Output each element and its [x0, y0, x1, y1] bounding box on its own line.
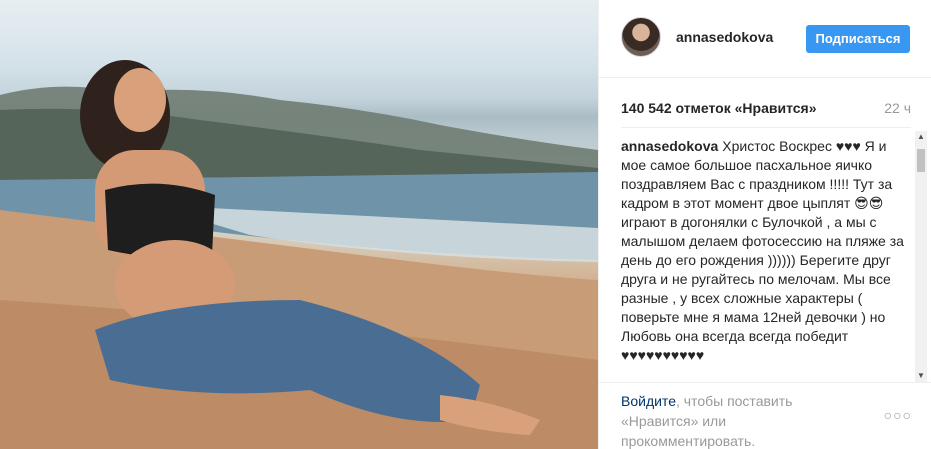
scroll-down-arrow-icon[interactable]: ▼ — [915, 370, 927, 382]
caption-scrollbar[interactable]: ▲ ▼ — [915, 131, 927, 382]
post-timestamp[interactable]: 22 ч — [884, 100, 911, 116]
scroll-thumb[interactable] — [917, 149, 925, 172]
likes-count[interactable]: 140 542 отметок «Нравится» — [621, 100, 817, 116]
caption: annasedokova Христос Воскрес ♥♥♥ Я и мое … — [621, 137, 911, 381]
divider — [621, 127, 911, 128]
login-prompt: Войдите, чтобы поставить «Нравится» или … — [621, 391, 851, 449]
more-options-icon[interactable]: ○○○ — [884, 407, 912, 423]
caption-username[interactable]: annasedokova — [621, 138, 718, 154]
post-footer: Войдите, чтобы поставить «Нравится» или … — [599, 382, 931, 449]
scroll-up-arrow-icon[interactable]: ▲ — [915, 131, 927, 143]
post-header: annasedokova Подписаться — [599, 0, 931, 78]
avatar[interactable] — [621, 17, 661, 57]
post-side-panel: annasedokova Подписаться 140 542 отметок… — [598, 0, 931, 449]
follow-button[interactable]: Подписаться — [806, 25, 910, 53]
post-photo — [0, 0, 598, 449]
username[interactable]: annasedokova — [676, 29, 773, 45]
beach-scene-image — [0, 60, 598, 449]
caption-text: Христос Воскрес ♥♥♥ Я и мое самое большо… — [621, 138, 904, 363]
login-link[interactable]: Войдите — [621, 393, 676, 409]
